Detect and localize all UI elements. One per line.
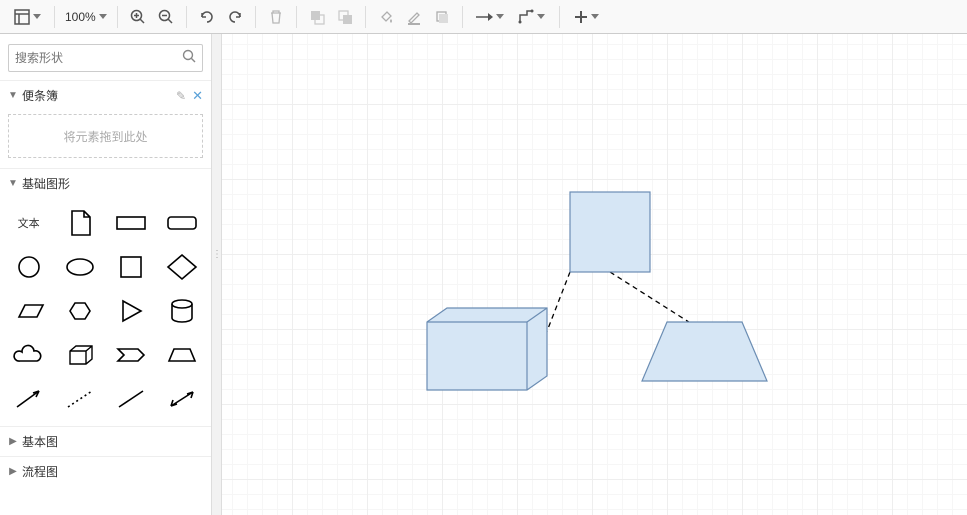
chevron-down-icon [591,14,599,20]
panel-basic[interactable]: ▶ 基本图 [0,426,211,456]
shape-trapezoid[interactable] [158,336,207,374]
search-input[interactable] [15,51,182,65]
chevron-right-icon: ▶ [8,466,18,477]
search-icon [182,49,196,68]
shape-search[interactable] [8,44,203,72]
panel-title: 流程图 [22,463,58,480]
chevron-down-icon: ▼ [8,178,18,189]
zoom-in-button[interactable] [124,3,152,31]
dropzone-label: 将元素拖到此处 [63,128,147,145]
shape-cube[interactable] [55,336,104,374]
shape-triangle[interactable] [107,292,156,330]
line-color-button[interactable] [400,3,428,31]
sidebar: ▼ 便条簿 ✎ ✕ 将元素拖到此处 ▼ 基础图形 文本 [0,34,212,515]
chevron-down-icon: ▼ [8,90,18,101]
shape-cube-instance[interactable] [427,308,547,390]
undo-button[interactable] [193,3,221,31]
connector[interactable] [610,272,692,324]
shape-line[interactable] [107,380,156,418]
edit-icon[interactable]: ✎ [176,89,186,103]
collapse-icon: ⋮ [213,234,221,274]
panel-scratchpad[interactable]: ▼ 便条簿 ✎ ✕ [0,80,211,110]
panel-title: 基础图形 [22,175,70,192]
chevron-down-icon [33,14,41,20]
panel-basic-shapes[interactable]: ▼ 基础图形 [0,168,211,198]
toolbar: 100% [0,0,967,34]
shape-bidir-arrow[interactable] [158,380,207,418]
shape-circle[interactable] [4,248,53,286]
waypoints-button[interactable] [511,3,553,31]
shape-palette: 文本 [0,198,211,426]
chevron-down-icon [99,14,107,20]
shape-ellipse[interactable] [55,248,104,286]
shape-dashed-line[interactable] [55,380,104,418]
zoom-level[interactable]: 100% [61,10,111,24]
redo-button[interactable] [221,3,249,31]
delete-button[interactable] [262,3,290,31]
shape-square[interactable] [107,248,156,286]
fill-color-button[interactable] [372,3,400,31]
insert-button[interactable] [566,3,608,31]
shape-arrow-line[interactable] [4,380,53,418]
shape-rounded-rect[interactable] [158,204,207,242]
shadow-button[interactable] [428,3,456,31]
shape-step[interactable] [107,336,156,374]
shape-document[interactable] [55,204,104,242]
chevron-right-icon: ▶ [8,436,18,447]
shape-diamond[interactable] [158,248,207,286]
shape-trapezoid-instance[interactable] [642,322,767,381]
shape-rectangle-instance[interactable] [570,192,650,272]
to-back-button[interactable] [331,3,359,31]
shape-parallelogram[interactable] [4,292,53,330]
scratchpad-dropzone[interactable]: 将元素拖到此处 [8,114,203,158]
chevron-down-icon [537,14,545,20]
sidebar-splitter[interactable]: ⋮ [212,34,222,515]
panel-flowchart[interactable]: ▶ 流程图 [0,456,211,486]
zoom-out-button[interactable] [152,3,180,31]
connection-button[interactable] [469,3,511,31]
diagram-svg [222,34,967,515]
canvas[interactable] [222,34,967,515]
zoom-label: 100% [65,10,96,24]
shape-cloud[interactable] [4,336,53,374]
view-button[interactable] [6,3,48,31]
shape-hexagon[interactable] [55,292,104,330]
shape-text[interactable]: 文本 [4,204,53,242]
to-front-button[interactable] [303,3,331,31]
close-icon[interactable]: ✕ [192,88,203,104]
shape-cylinder[interactable] [158,292,207,330]
panel-title: 便条簿 [22,87,58,104]
chevron-down-icon [496,14,504,20]
panel-title: 基本图 [22,433,58,450]
shape-rectangle[interactable] [107,204,156,242]
